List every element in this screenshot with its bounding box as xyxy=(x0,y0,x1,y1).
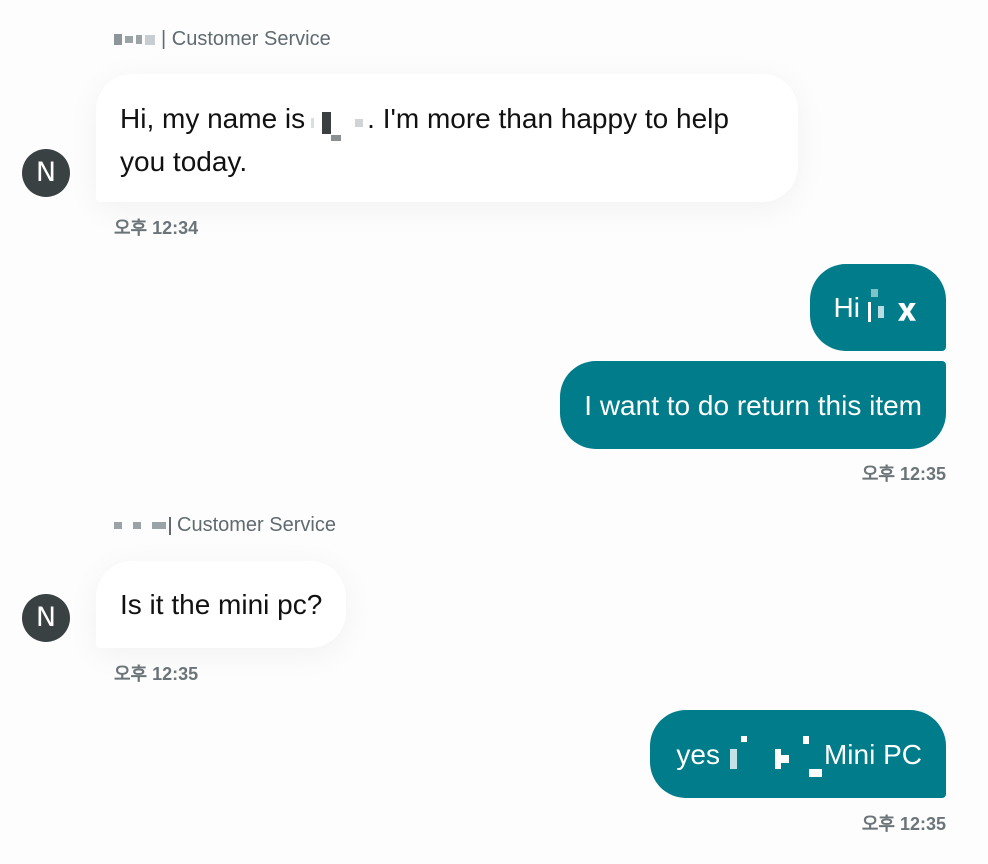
message-timestamp: 오후 12:35 xyxy=(861,814,946,834)
message-timestamp: 오후 12:35 xyxy=(861,464,946,484)
redacted-name xyxy=(311,100,364,142)
agent-message-bubble: Is it the mini pc? xyxy=(96,561,347,648)
sender-label: | Customer Service xyxy=(114,28,331,51)
agent-avatar: N xyxy=(22,594,70,642)
message-text: Hi, my name is xyxy=(120,103,306,134)
sender-role: Customer Service xyxy=(177,514,336,536)
agent-avatar: N xyxy=(22,149,70,197)
message-text: yes xyxy=(676,739,720,770)
redacted-name xyxy=(729,736,822,778)
redacted-name xyxy=(868,289,916,330)
redacted-name xyxy=(114,516,171,535)
message-timestamp: 오후 12:35 xyxy=(114,664,199,684)
sender-role: | Customer Service xyxy=(161,28,331,50)
chat-transcript: | Customer Service N Hi, my name is . I'… xyxy=(0,0,988,864)
message-timestamp: 오후 12:34 xyxy=(114,218,199,238)
agent-message-bubble: Hi, my name is . I'm more than happy to … xyxy=(96,74,798,202)
sender-label: Customer Service xyxy=(114,514,336,537)
user-message-bubble: yes Mini PC xyxy=(650,710,946,798)
message-text-continued: Mini PC xyxy=(823,739,922,770)
user-message-bubble: I want to do return this item xyxy=(560,361,946,449)
user-message-bubble: Hi xyxy=(809,264,946,351)
redacted-name xyxy=(114,34,155,45)
message-text: Hi xyxy=(833,292,860,323)
